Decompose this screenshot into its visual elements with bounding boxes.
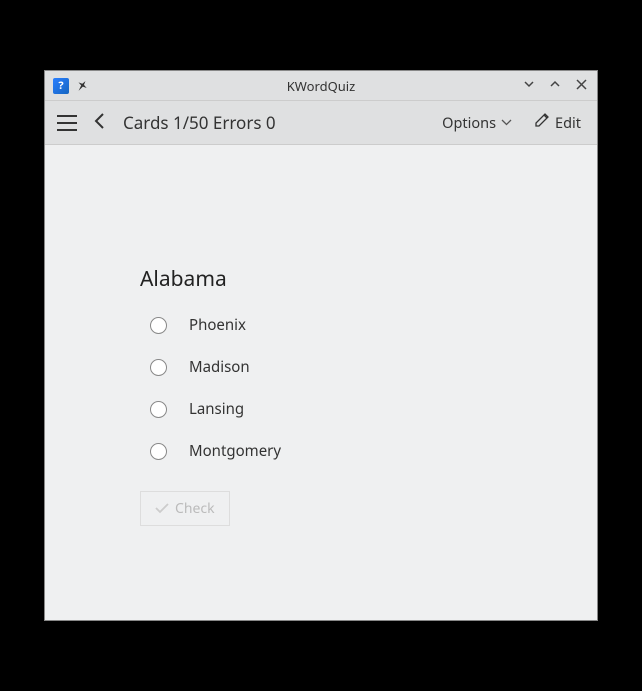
option-row[interactable]: Phoenix [140, 315, 567, 335]
radio-button[interactable] [150, 443, 167, 460]
option-label: Phoenix [189, 315, 246, 335]
option-label: Lansing [189, 399, 244, 419]
option-label: Montgomery [189, 441, 281, 461]
window-title: KWordQuiz [287, 77, 356, 95]
hamburger-icon[interactable] [57, 115, 77, 131]
option-row[interactable]: Lansing [140, 399, 567, 419]
app-window: KWordQuiz Cards 1/50 Errors 0 Options [44, 70, 598, 621]
option-row[interactable]: Montgomery [140, 441, 567, 461]
maximize-icon[interactable] [547, 76, 563, 95]
toolbar: Cards 1/50 Errors 0 Options Edit [45, 101, 597, 145]
option-row[interactable]: Madison [140, 357, 567, 377]
option-label: Madison [189, 357, 250, 377]
question-text: Alabama [140, 265, 567, 293]
titlebar: KWordQuiz [45, 71, 597, 101]
close-icon[interactable] [573, 76, 589, 95]
titlebar-left [53, 78, 89, 94]
check-label: Check [175, 499, 215, 518]
edit-label: Edit [555, 113, 581, 133]
radio-button[interactable] [150, 317, 167, 334]
page-title: Cards 1/50 Errors 0 [123, 111, 276, 134]
window-controls [521, 76, 589, 95]
chevron-down-icon [501, 115, 512, 130]
radio-button[interactable] [150, 401, 167, 418]
radio-button[interactable] [150, 359, 167, 376]
app-icon [53, 78, 69, 94]
edit-button[interactable]: Edit [530, 108, 585, 137]
options-label: Options [442, 113, 496, 133]
options-button[interactable]: Options [438, 109, 516, 137]
check-button: Check [140, 491, 230, 526]
pin-icon[interactable] [75, 79, 89, 93]
pencil-icon [534, 112, 550, 133]
content-area: Alabama Phoenix Madison Lansing Montgome… [45, 145, 597, 620]
back-icon[interactable] [91, 109, 109, 136]
minimize-icon[interactable] [521, 76, 537, 95]
check-icon [155, 500, 169, 518]
